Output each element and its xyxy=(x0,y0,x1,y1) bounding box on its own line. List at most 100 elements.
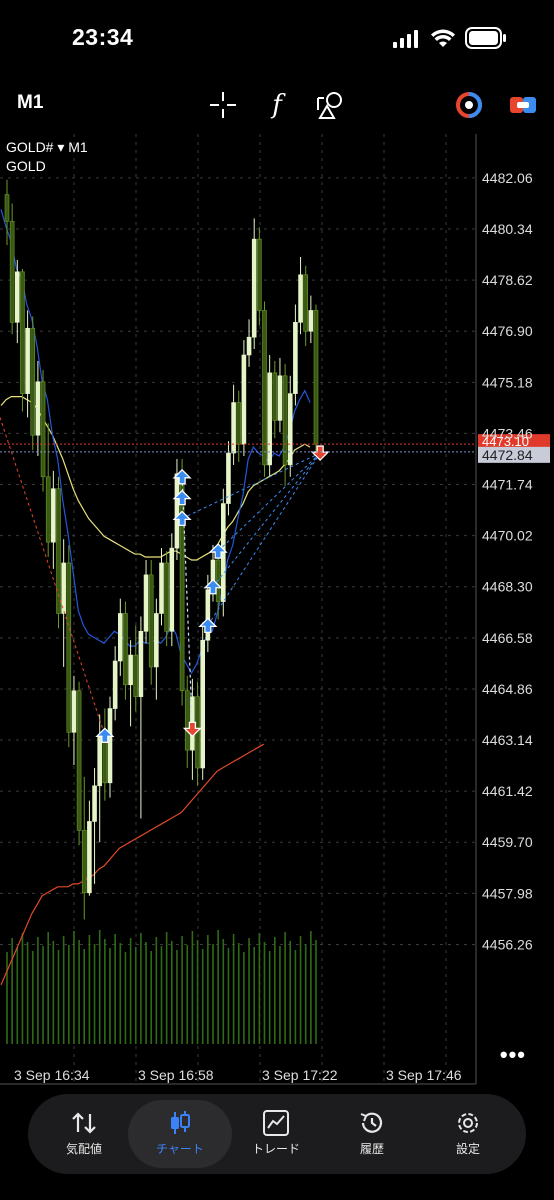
price-tick-label: 4457.98 xyxy=(482,885,533,901)
candle-body xyxy=(241,354,247,445)
trade-icon xyxy=(263,1110,289,1136)
candle xyxy=(262,301,267,477)
price-tick-label: 4456.26 xyxy=(482,936,533,952)
timeframe-button[interactable]: M1 xyxy=(17,92,43,114)
tab-settings[interactable]: 設定 xyxy=(420,1100,516,1168)
candle xyxy=(20,268,25,412)
candle xyxy=(123,601,128,700)
candle-body xyxy=(92,785,97,822)
settings-icon xyxy=(458,1113,478,1133)
price-tick-label: 4463.14 xyxy=(482,732,533,748)
candle xyxy=(40,369,46,492)
candle-body xyxy=(298,274,303,323)
candle-body xyxy=(51,488,56,543)
objects-icon[interactable] xyxy=(314,88,348,122)
price-tick-label: 4459.70 xyxy=(482,834,533,850)
time-tick-label: 3 Sep 16:58 xyxy=(138,1067,214,1083)
price-tick-label: 4476.90 xyxy=(482,323,533,339)
price-tick-label: 4478.62 xyxy=(482,272,533,288)
indicators-icon[interactable]: f xyxy=(260,88,294,122)
tab-quotes[interactable]: 気配値 xyxy=(36,1100,132,1168)
price-tick-label: 4470.02 xyxy=(482,528,533,544)
price-tick-label: 4461.42 xyxy=(482,783,533,799)
price-tick-label: 4468.30 xyxy=(482,579,533,595)
time-tick-label: 3 Sep 17:22 xyxy=(262,1067,338,1083)
candle-body xyxy=(66,562,72,733)
candle xyxy=(241,340,247,457)
candle-body xyxy=(164,562,169,632)
candle xyxy=(148,560,154,685)
candle-body xyxy=(262,310,267,466)
price-tick-label: 4482.06 xyxy=(482,170,533,186)
crosshair-icon[interactable] xyxy=(206,88,240,122)
time-tick-label: 3 Sep 17:46 xyxy=(386,1067,462,1083)
candle-body xyxy=(118,613,123,662)
candle xyxy=(30,316,36,451)
candle-body xyxy=(293,322,298,394)
candle-body xyxy=(308,310,314,332)
price-tick-label: 4471.74 xyxy=(482,477,533,493)
chart-symbol[interactable]: GOLD# ▾ M1 xyxy=(6,139,88,156)
candle-body xyxy=(174,473,180,549)
tab-chart[interactable]: チャート xyxy=(128,1100,232,1168)
candle-body xyxy=(169,547,175,632)
tab-trade[interactable]: トレード xyxy=(228,1100,324,1168)
tab-settings-label: 設定 xyxy=(455,1142,480,1156)
candle-body xyxy=(267,372,272,466)
tab-chart-label: チャート xyxy=(156,1142,204,1156)
candle-body xyxy=(71,690,77,733)
candle-body xyxy=(81,830,87,894)
candle-body xyxy=(40,381,46,478)
time-tick-label: 3 Sep 16:34 xyxy=(14,1067,90,1083)
candle-body xyxy=(45,476,51,543)
tab-quotes-label: 気配値 xyxy=(65,1142,102,1156)
one-click-trading-icon[interactable] xyxy=(452,88,486,122)
candle-body xyxy=(138,631,144,697)
candle xyxy=(56,476,61,629)
candle xyxy=(169,533,175,647)
tab-history[interactable]: 履歴 xyxy=(324,1100,420,1168)
chart-symbol-description: GOLD xyxy=(6,158,46,174)
candle-body xyxy=(25,327,30,394)
candle-body xyxy=(200,639,205,769)
chart-icon xyxy=(171,1111,190,1134)
candle xyxy=(267,355,272,477)
candle-body xyxy=(20,271,25,394)
price-chart[interactable]: 4473.104472.84 4482.064480.344478.624476… xyxy=(0,134,554,1096)
history-icon xyxy=(360,1112,383,1133)
signal-icon xyxy=(393,30,418,48)
candle-body xyxy=(231,402,236,454)
candle xyxy=(66,545,72,748)
price-tick-label: 4473.46 xyxy=(482,425,533,441)
candle-body xyxy=(30,327,36,436)
candle-body xyxy=(179,473,185,692)
ask-price-label: 4472.84 xyxy=(482,447,533,463)
candle xyxy=(76,681,82,846)
candle xyxy=(107,696,113,798)
candle-body xyxy=(35,381,41,436)
trade-panel-icon[interactable] xyxy=(506,88,540,122)
candle-body xyxy=(107,708,113,784)
candle-body xyxy=(76,690,82,831)
candle-body xyxy=(87,821,92,894)
quotes-icon xyxy=(72,1112,96,1134)
candle-body xyxy=(143,574,149,632)
candle-body xyxy=(277,375,283,421)
candle-body xyxy=(128,654,133,686)
status-bar: 23:34 xyxy=(0,0,554,76)
battery-icon xyxy=(465,27,506,49)
status-time: 23:34 xyxy=(72,24,134,50)
candle-body xyxy=(123,613,128,686)
candle-body xyxy=(257,238,262,311)
candle-body xyxy=(97,734,102,787)
price-tick-label: 4480.34 xyxy=(482,221,533,237)
candle-body xyxy=(226,452,231,504)
more-menu-button[interactable]: ••• xyxy=(500,1042,526,1068)
candle-body xyxy=(272,372,278,421)
candle-body xyxy=(159,562,164,614)
candle xyxy=(257,227,262,326)
price-tick-label: 4464.86 xyxy=(482,681,533,697)
candle-body xyxy=(246,336,252,356)
candle xyxy=(313,304,319,454)
candle-body xyxy=(184,690,190,751)
